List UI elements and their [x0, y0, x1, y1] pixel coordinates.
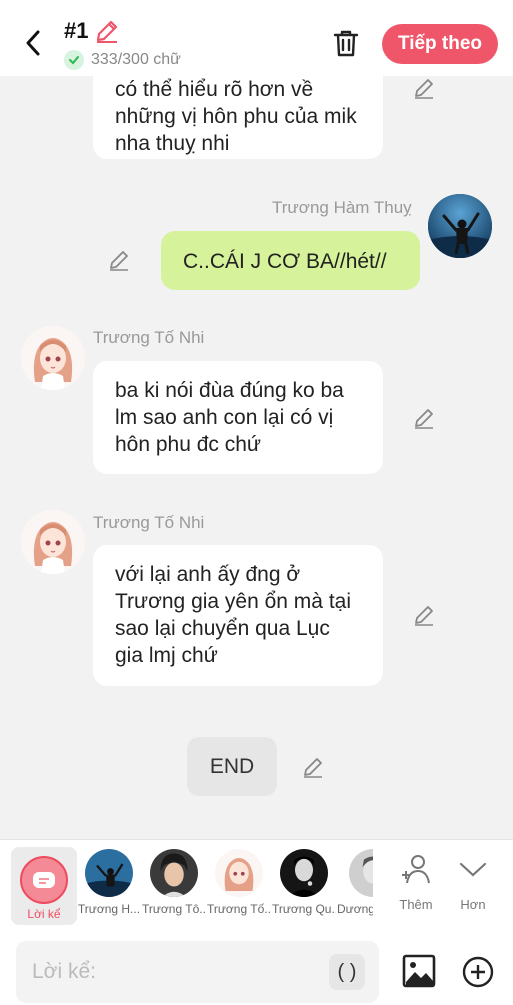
avatar	[280, 849, 328, 897]
narrator-label: Lời kể	[27, 907, 61, 921]
trash-icon	[333, 30, 359, 57]
plus-circle-icon[interactable]	[462, 956, 494, 988]
character-name: Trương H...	[77, 902, 141, 916]
end-marker[interactable]: END	[187, 737, 277, 796]
edit-icon[interactable]	[412, 76, 436, 100]
parenthesis-button[interactable]: ( )	[329, 954, 365, 990]
sender-name: Trương Tố Nhi	[93, 513, 205, 532]
message-bubble[interactable]: ba ki nói đùa đúng ko ba lm sao anh con …	[93, 361, 383, 474]
character-option[interactable]: Dương	[337, 849, 373, 916]
avatar	[215, 849, 263, 897]
image-icon[interactable]	[402, 954, 436, 988]
character-option[interactable]: Trương H...	[77, 849, 141, 916]
word-count: 333/300 chữ	[91, 51, 181, 68]
avatar[interactable]	[21, 326, 85, 390]
delete-button[interactable]	[330, 26, 362, 60]
narration-icon	[20, 856, 68, 904]
chevron-left-icon	[26, 30, 40, 56]
pencil-icon[interactable]	[94, 18, 120, 44]
top-bar: #1 333/300 chữ Tiếp theo	[0, 0, 513, 76]
add-character-button[interactable]: Thêm	[391, 852, 441, 912]
more-label: Hơn	[460, 897, 486, 912]
character-name: Trương Tố...	[207, 902, 271, 916]
avatar	[349, 849, 373, 897]
compose-bar: ( )	[0, 932, 513, 1005]
avatar[interactable]	[428, 194, 492, 258]
message-bubble[interactable]: C..CÁI J CƠ BA//hét//	[161, 231, 420, 290]
narrator-option[interactable]: Lời kể	[11, 847, 77, 925]
edit-icon[interactable]	[412, 406, 436, 430]
edit-icon[interactable]	[412, 603, 436, 627]
chevron-down-icon	[459, 862, 487, 877]
message-text: có thể hiểu rõ hơn về những vị hôn phu c…	[115, 78, 357, 155]
character-option[interactable]: Trương Qu...	[272, 849, 336, 916]
message-text: với lại anh ấy đng ở Trương gia yên ổn m…	[115, 563, 351, 667]
chat-area[interactable]: có thể hiểu rõ hơn về những vị hôn phu c…	[0, 76, 513, 839]
edit-icon[interactable]	[301, 755, 325, 779]
back-button[interactable]	[18, 26, 48, 60]
avatar[interactable]	[21, 510, 85, 574]
character-name: Dương	[337, 902, 373, 916]
add-person-icon	[402, 855, 430, 884]
message-bubble[interactable]: với lại anh ấy đng ở Trương gia yên ổn m…	[93, 545, 383, 686]
message-text: C..CÁI J CƠ BA//hét//	[183, 250, 387, 273]
avatar	[150, 849, 198, 897]
check-icon	[64, 50, 84, 70]
message-input[interactable]	[32, 941, 332, 1003]
character-option[interactable]: Trương Tố...	[207, 849, 271, 916]
character-option[interactable]: Trương Tô...	[142, 849, 206, 916]
title-area: #1 333/300 chữ	[64, 18, 181, 70]
message-text: ba ki nói đùa đúng ko ba lm sao anh con …	[115, 379, 344, 456]
sender-name: Trương Tố Nhi	[93, 328, 205, 347]
input-container: ( )	[16, 941, 379, 1003]
message-bubble[interactable]: có thể hiểu rõ hơn về những vị hôn phu c…	[93, 76, 383, 159]
page-title: #1	[64, 18, 89, 43]
sender-name: Trương Hàm Thuỵ	[272, 198, 412, 217]
more-button[interactable]: Hơn	[448, 852, 498, 912]
character-selector: Lời kể Trương H... Trương Tô... Trương T…	[0, 839, 513, 932]
next-button[interactable]: Tiếp theo	[382, 24, 498, 64]
character-name: Trương Qu...	[272, 902, 336, 916]
avatar	[85, 849, 133, 897]
edit-icon[interactable]	[107, 248, 131, 272]
add-label: Thêm	[399, 897, 433, 912]
character-name: Trương Tô...	[142, 902, 206, 916]
